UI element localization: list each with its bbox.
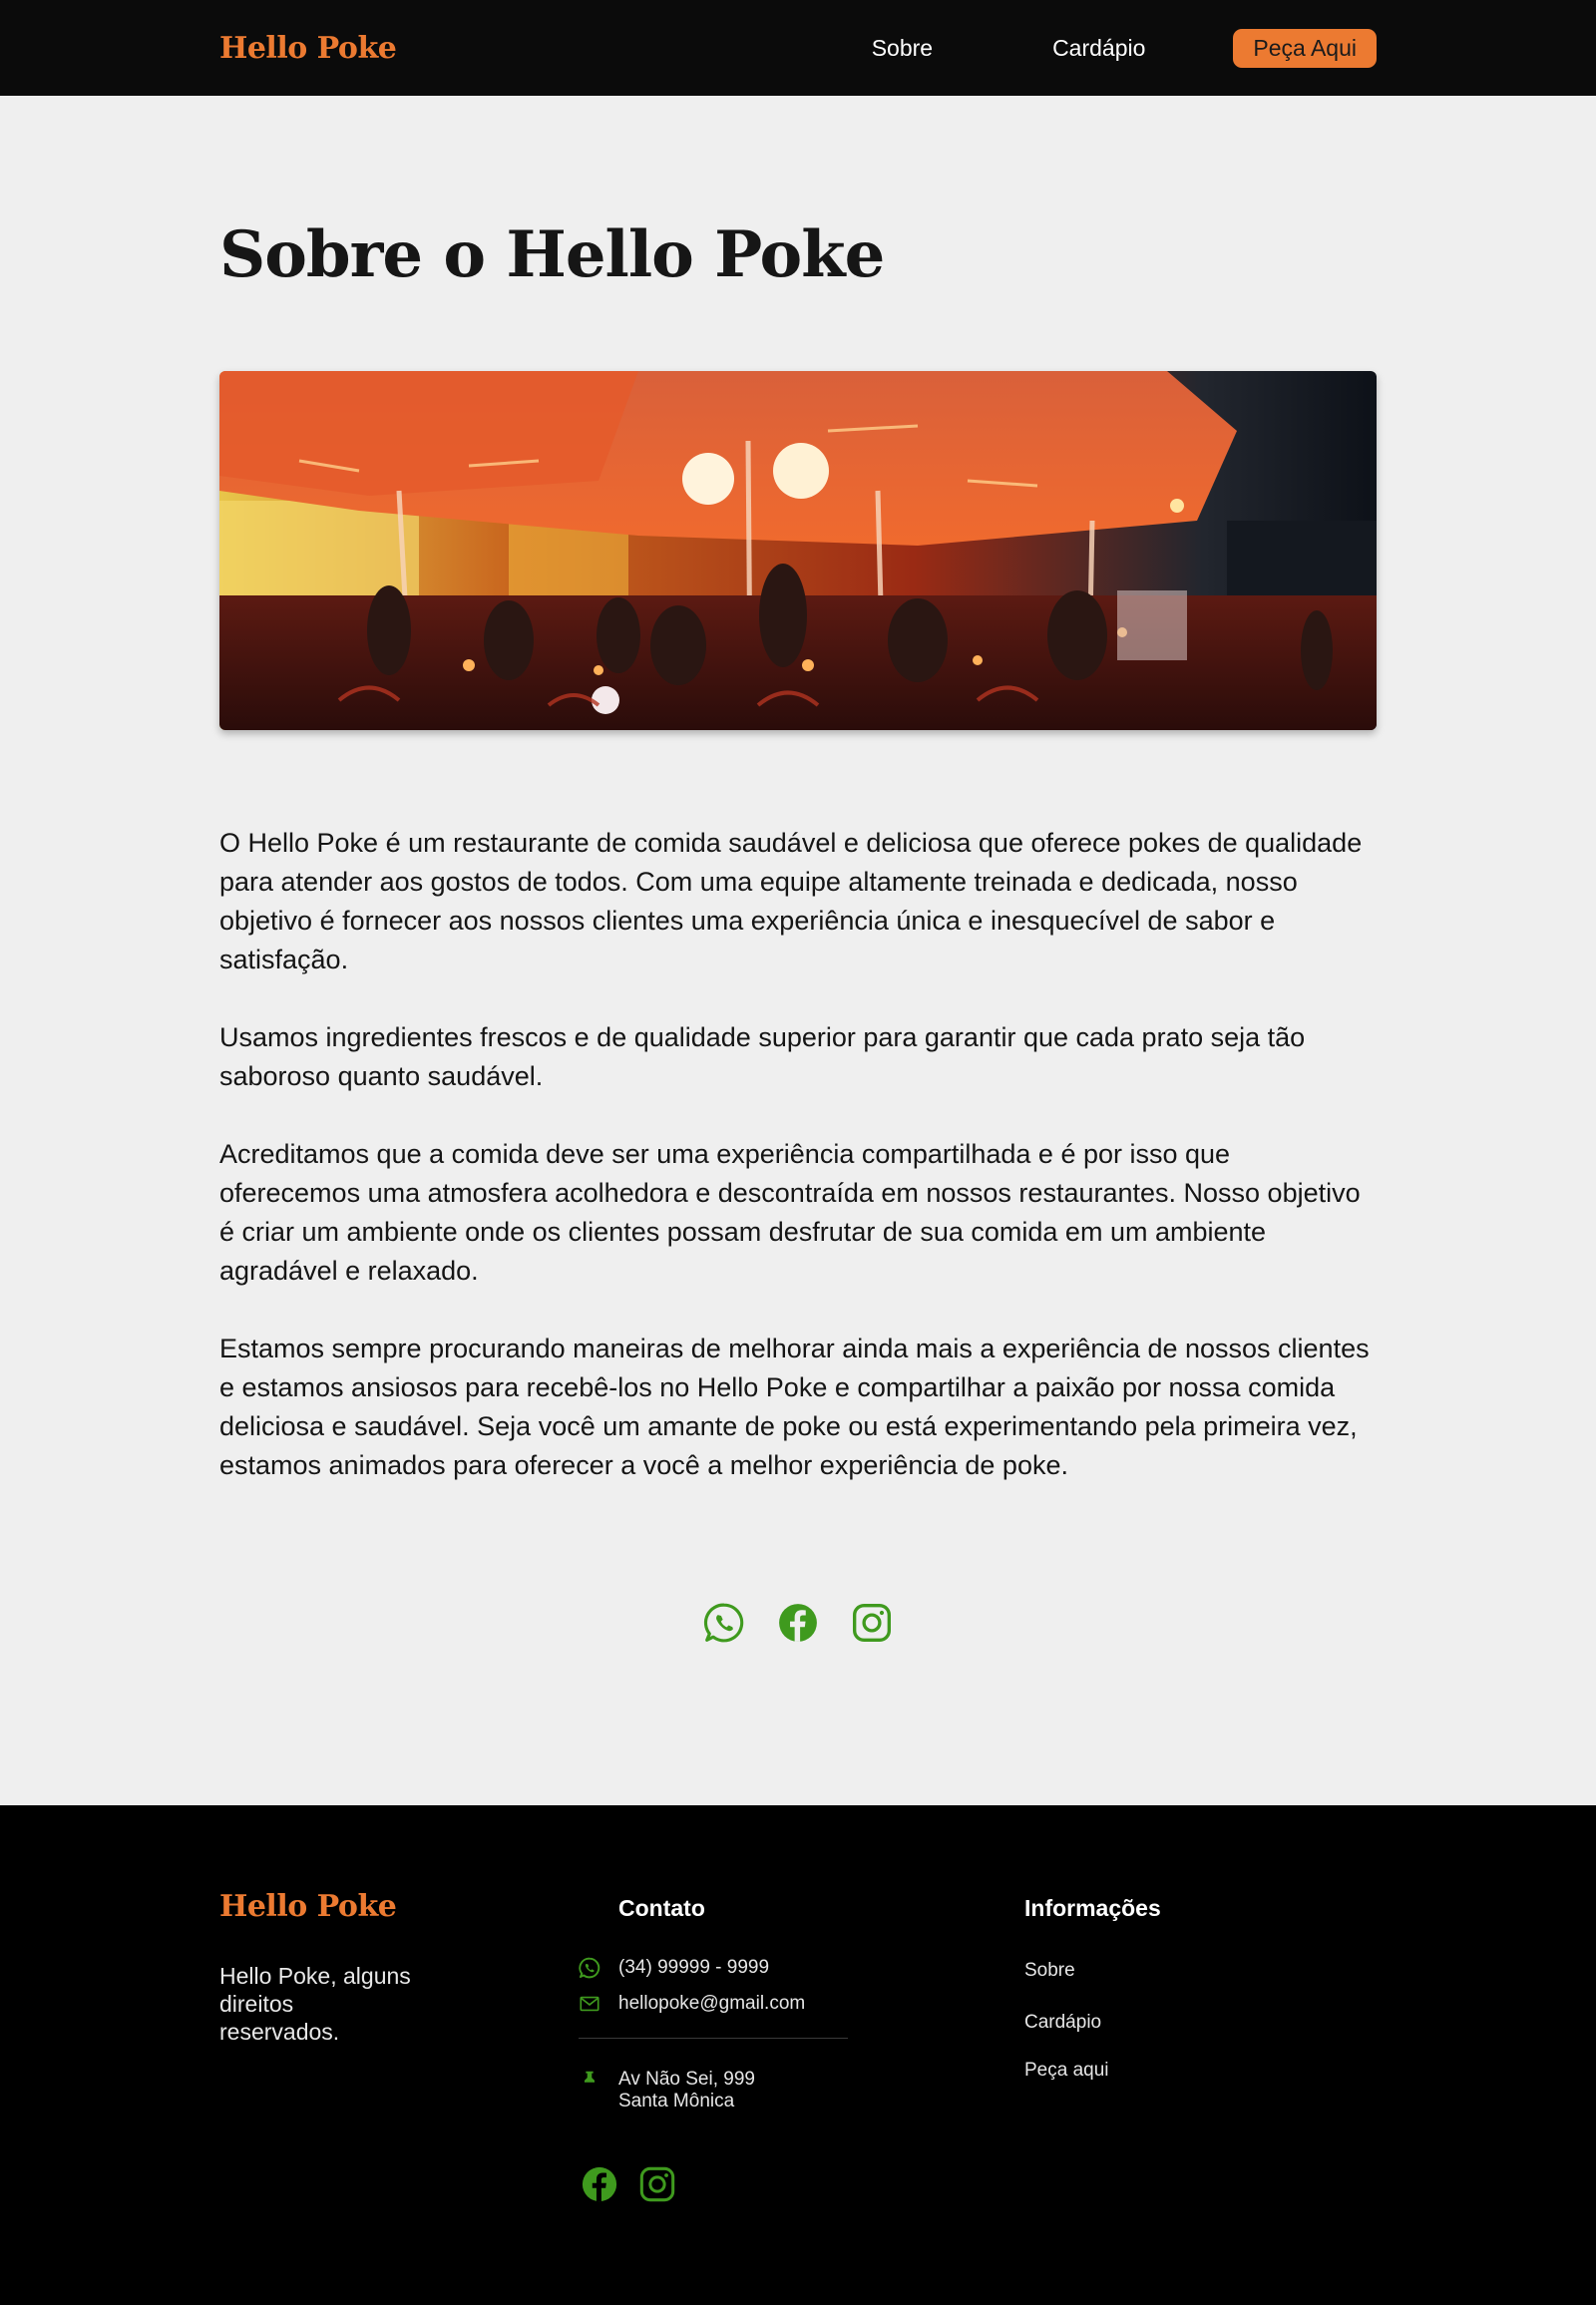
footer-link-sobre[interactable]: Sobre xyxy=(1024,1960,1075,1982)
facebook-icon[interactable] xyxy=(581,2165,618,2203)
about-paragraph-1: O Hello Poke é um restaurante de comida … xyxy=(219,828,1363,974)
instagram-icon[interactable] xyxy=(851,1602,893,1644)
nav-link-sobre[interactable]: Sobre xyxy=(872,35,933,62)
pin-icon xyxy=(579,2069,600,2091)
contact-heading: Contato xyxy=(618,1895,705,1921)
brand-logo[interactable]: Hello Poke xyxy=(219,31,397,66)
contact-phone-text: (34) 99999 - 9999 xyxy=(618,1957,770,1978)
social-links xyxy=(219,1602,1377,1644)
contact-email[interactable]: hellopoke@gmail.com xyxy=(579,1993,805,2015)
contact-divider xyxy=(579,2038,848,2039)
footer-rights-text: Hello Poke, alguns direitos reservados. xyxy=(219,1963,411,2045)
page-title: Sobre o Hello Poke xyxy=(219,217,885,292)
main-content: Sobre o Hello Poke O Hello Poke é um res… xyxy=(0,96,1596,1805)
footer-brand[interactable]: Hello Poke xyxy=(219,1889,397,1924)
about-text: O Hello Poke é um restaurante de comida … xyxy=(219,824,1377,1524)
whatsapp-icon[interactable] xyxy=(703,1602,745,1644)
about-paragraph-2: Usamos ingredientes frescos e de qualida… xyxy=(219,1022,1306,1091)
address-line-1: Av Não Sei, 999 xyxy=(618,2069,755,2090)
footer-link-peca-aqui[interactable]: Peça aqui xyxy=(1024,2060,1109,2082)
info-heading: Informações xyxy=(1024,1895,1161,1921)
contact-email-text: hellopoke@gmail.com xyxy=(618,1993,806,2014)
instagram-icon[interactable] xyxy=(638,2165,676,2203)
footer-link-cardapio[interactable]: Cardápio xyxy=(1024,2012,1101,2034)
about-paragraph-4: Estamos sempre procurando maneiras de me… xyxy=(219,1334,1370,1480)
contact-phone[interactable]: (34) 99999 - 9999 xyxy=(579,1957,769,1979)
contact-address: Av Não Sei, 999 Santa Mônica xyxy=(579,2069,755,2113)
address-line-2: Santa Mônica xyxy=(618,2091,735,2112)
nav-link-cardapio[interactable]: Cardápio xyxy=(1052,35,1145,62)
restaurant-photo xyxy=(219,371,1377,730)
about-paragraph-3: Acreditamos que a comida deve ser uma ex… xyxy=(219,1139,1361,1286)
envelope-icon xyxy=(579,1993,600,2015)
facebook-icon[interactable] xyxy=(777,1602,819,1644)
order-button[interactable]: Peça Aqui xyxy=(1233,28,1377,68)
top-navbar: Hello Poke Sobre Cardápio Peça Aqui xyxy=(0,0,1596,96)
site-footer: Hello Poke Hello Poke, alguns direitos r… xyxy=(0,1805,1596,2305)
main-nav: Sobre Cardápio Peça Aqui xyxy=(872,0,1377,96)
whatsapp-icon xyxy=(579,1957,600,1979)
footer-social-links xyxy=(581,2165,676,2203)
